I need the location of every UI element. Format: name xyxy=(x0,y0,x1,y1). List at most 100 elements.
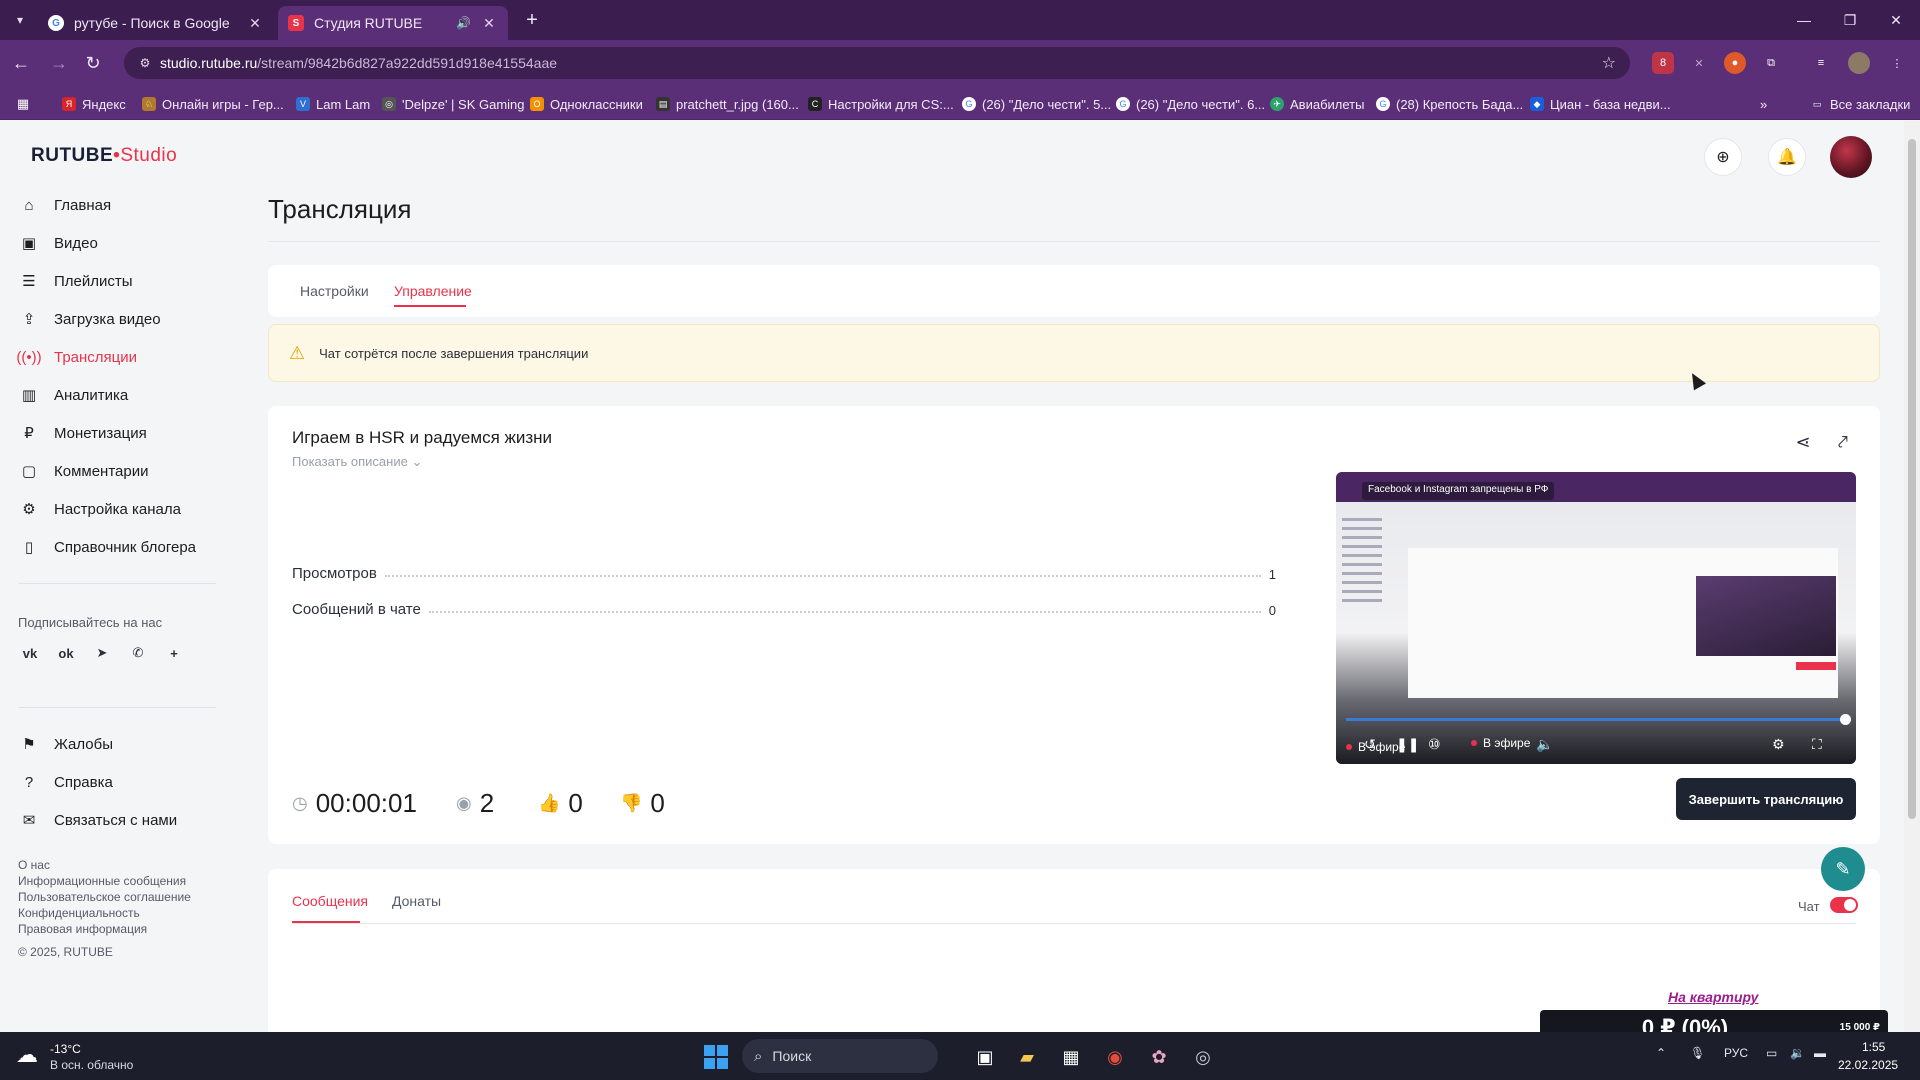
footer-link-user-agreement[interactable]: Пользовательское соглашение xyxy=(18,890,191,904)
sidebar-item-complaints[interactable]: ⚑ Жалобы xyxy=(18,729,113,759)
tab-search-chevron-icon[interactable]: ▾ xyxy=(8,8,32,32)
page-scrollbar[interactable] xyxy=(1904,121,1920,1032)
sidebar-item-comments[interactable]: ▢ Комментарии xyxy=(18,456,149,486)
weather-description[interactable]: В осн. облачно xyxy=(50,1058,133,1072)
new-tab-plus-icon[interactable]: + xyxy=(520,8,544,32)
pause-icon[interactable]: ❚❚ xyxy=(1396,734,1419,754)
clock-date[interactable]: 22.02.2025 xyxy=(1838,1058,1898,1072)
sidebar-item-channel-settings[interactable]: ⚙ Настройка канала xyxy=(18,494,181,524)
bookmark-item[interactable]: ♘ Онлайн игры - Гер... xyxy=(142,94,284,114)
game-launcher-icon[interactable]: ✿ xyxy=(1144,1042,1174,1072)
close-window-icon[interactable]: ✕ xyxy=(1876,6,1916,34)
sidebar-item-home[interactable]: ⌂ Главная xyxy=(18,190,111,220)
store-icon[interactable]: ▦ xyxy=(1056,1042,1086,1072)
bookmark-item[interactable]: ▤ pratchett_r.jpg (160... xyxy=(656,94,799,114)
quality-settings-icon[interactable]: ⚙ xyxy=(1772,734,1785,754)
browser-tab-google[interactable]: G рутубе - Поиск в Google ✕ xyxy=(38,6,274,40)
telegram-icon[interactable]: ➤ xyxy=(92,643,112,663)
bookmark-item[interactable]: G (26) "Дело чести". 5... xyxy=(962,94,1111,114)
stream-preview-player[interactable]: Facebook и Instagram запрещены в РФ В эф… xyxy=(1336,472,1856,764)
address-bar[interactable]: ⚙ studio.rutube.ru/stream/9842b6d827a922… xyxy=(124,47,1630,79)
add-content-icon[interactable]: ⊕ xyxy=(1704,138,1742,176)
restore-icon[interactable]: ❐ xyxy=(1830,6,1870,34)
notifications-bell-icon[interactable]: 🔔 xyxy=(1768,138,1806,176)
sidebar-item-playlists[interactable]: ☰ Плейлисты xyxy=(18,266,132,296)
close-tab-icon[interactable]: ✕ xyxy=(480,15,498,32)
browser-tab-rutube-studio[interactable]: S Студия RUTUBE 🔊 ✕ xyxy=(278,6,508,40)
bookmark-item[interactable]: Я Яндекс xyxy=(62,94,126,114)
minimize-icon[interactable]: — xyxy=(1784,6,1824,34)
share-icon[interactable]: ⋖ xyxy=(1791,430,1815,454)
site-info-icon[interactable]: ⚙ xyxy=(130,56,160,70)
bookmark-item[interactable]: ◎ 'Delpze' | SK Gaming xyxy=(382,94,525,114)
footer-link-legal[interactable]: Правовая информация xyxy=(18,922,147,936)
skip-10-icon[interactable]: ⑩ xyxy=(1428,734,1441,754)
back-arrow-icon[interactable]: ← xyxy=(8,50,34,76)
tab-settings[interactable]: Настройки xyxy=(300,265,369,317)
profile-avatar-icon[interactable] xyxy=(1848,52,1870,74)
tab-donations[interactable]: Донаты xyxy=(392,875,441,927)
weather-cloud-icon[interactable]: ☁ xyxy=(16,1042,46,1067)
footer-link-privacy[interactable]: Конфиденциальность xyxy=(18,906,140,920)
reload-icon[interactable]: ↻ xyxy=(80,50,106,76)
viber-icon[interactable]: ✆ xyxy=(128,643,148,663)
tab-management[interactable]: Управление xyxy=(394,265,472,317)
rewind-icon[interactable]: ↺ xyxy=(1364,734,1376,754)
apps-grid-icon[interactable]: ▦ xyxy=(16,94,36,114)
end-stream-button[interactable]: Завершить трансляцию xyxy=(1676,778,1856,820)
all-bookmarks-folder[interactable]: ▭ Все закладки xyxy=(1810,94,1911,114)
odnoklassniki-icon[interactable]: ok xyxy=(56,643,76,663)
scrollbar-thumb[interactable] xyxy=(1908,139,1916,819)
sidebar-item-help[interactable]: ? Справка xyxy=(18,767,113,797)
input-language[interactable]: РУС xyxy=(1724,1046,1748,1060)
sidebar-item-upload[interactable]: ⇪ Загрузка видео xyxy=(18,304,161,334)
vk-icon[interactable]: vk xyxy=(20,643,40,663)
channel-avatar[interactable] xyxy=(1830,136,1872,178)
windows-start-icon[interactable] xyxy=(704,1045,728,1069)
sidebar-item-video[interactable]: ▣ Видео xyxy=(18,228,98,258)
file-explorer-icon[interactable]: ▰ xyxy=(1012,1042,1042,1072)
forward-arrow-icon[interactable]: → xyxy=(46,50,72,76)
more-bookmarks-chevron-icon[interactable]: » xyxy=(1760,94,1767,114)
bookmark-item[interactable]: G (26) "Дело чести". 6... xyxy=(1116,94,1265,114)
progress-knob[interactable] xyxy=(1840,714,1851,725)
speaker-icon[interactable]: 🔊 xyxy=(456,16,474,30)
tray-chevron-up-icon[interactable]: ⌃ xyxy=(1656,1046,1666,1060)
battery-icon[interactable]: ▬ xyxy=(1814,1046,1826,1060)
sidebar-item-blogger-guide[interactable]: ▯ Справочник блогера xyxy=(18,532,196,562)
open-external-icon[interactable]: ⤤ xyxy=(1831,430,1855,454)
sidebar-item-monetization[interactable]: ₽ Монетизация xyxy=(18,418,146,448)
more-social-icon[interactable]: + xyxy=(164,643,184,663)
bookmark-item[interactable]: ◆ Циан - база недви... xyxy=(1530,94,1671,114)
chrome-icon[interactable]: ◉ xyxy=(1100,1042,1130,1072)
media-control-icon[interactable]: ≡ xyxy=(1810,52,1832,74)
rutube-studio-logo[interactable]: RUTUBE•Studio xyxy=(31,145,177,167)
microphone-icon[interactable]: 🎙 xyxy=(1690,1046,1705,1060)
more-menu-icon[interactable]: ⋮ xyxy=(1886,52,1908,74)
sidebar-item-contact[interactable]: ✉ Связаться с нами xyxy=(18,805,177,835)
clock-time[interactable]: 1:55 xyxy=(1862,1040,1885,1054)
footer-link-about[interactable]: О нас xyxy=(18,858,50,872)
fullscreen-icon[interactable]: ⛶ xyxy=(1812,734,1822,754)
obs-icon[interactable]: ◎ xyxy=(1188,1042,1218,1072)
sidebar-item-broadcasts[interactable]: ((•)) Трансляции xyxy=(16,342,137,372)
footer-link-info-messages[interactable]: Информационные сообщения xyxy=(18,874,186,888)
player-progress-bar[interactable] xyxy=(1346,714,1851,725)
support-chat-icon[interactable]: ✎ xyxy=(1821,847,1865,891)
bookmark-item[interactable]: G (28) Крепость Бада... xyxy=(1376,94,1523,114)
chat-toggle[interactable] xyxy=(1830,897,1858,913)
task-view-icon[interactable]: ▣ xyxy=(970,1042,1000,1072)
extension-icon[interactable]: ✕ xyxy=(1688,52,1710,74)
show-description-toggle[interactable]: Показать описание ⌄ xyxy=(292,454,422,470)
network-icon[interactable]: ▭ xyxy=(1766,1046,1777,1060)
bookmark-item[interactable]: ✈ Авиабилеты xyxy=(1270,94,1364,114)
bookmark-item[interactable]: C Настройки для CS:... xyxy=(808,94,954,114)
taskbar-search[interactable]: ⌕ Поиск xyxy=(742,1039,938,1073)
bookmark-item[interactable]: O Одноклассники xyxy=(530,94,643,114)
player-live-indicator[interactable]: В эфире xyxy=(1471,736,1530,750)
close-tab-icon[interactable]: ✕ xyxy=(246,15,264,32)
sidebar-item-analytics[interactable]: ▥ Аналитика xyxy=(18,380,128,410)
tab-messages[interactable]: Сообщения xyxy=(292,875,368,927)
volume-icon[interactable]: 🔈 xyxy=(1536,734,1553,754)
volume-icon[interactable]: 🔉 xyxy=(1790,1046,1805,1060)
